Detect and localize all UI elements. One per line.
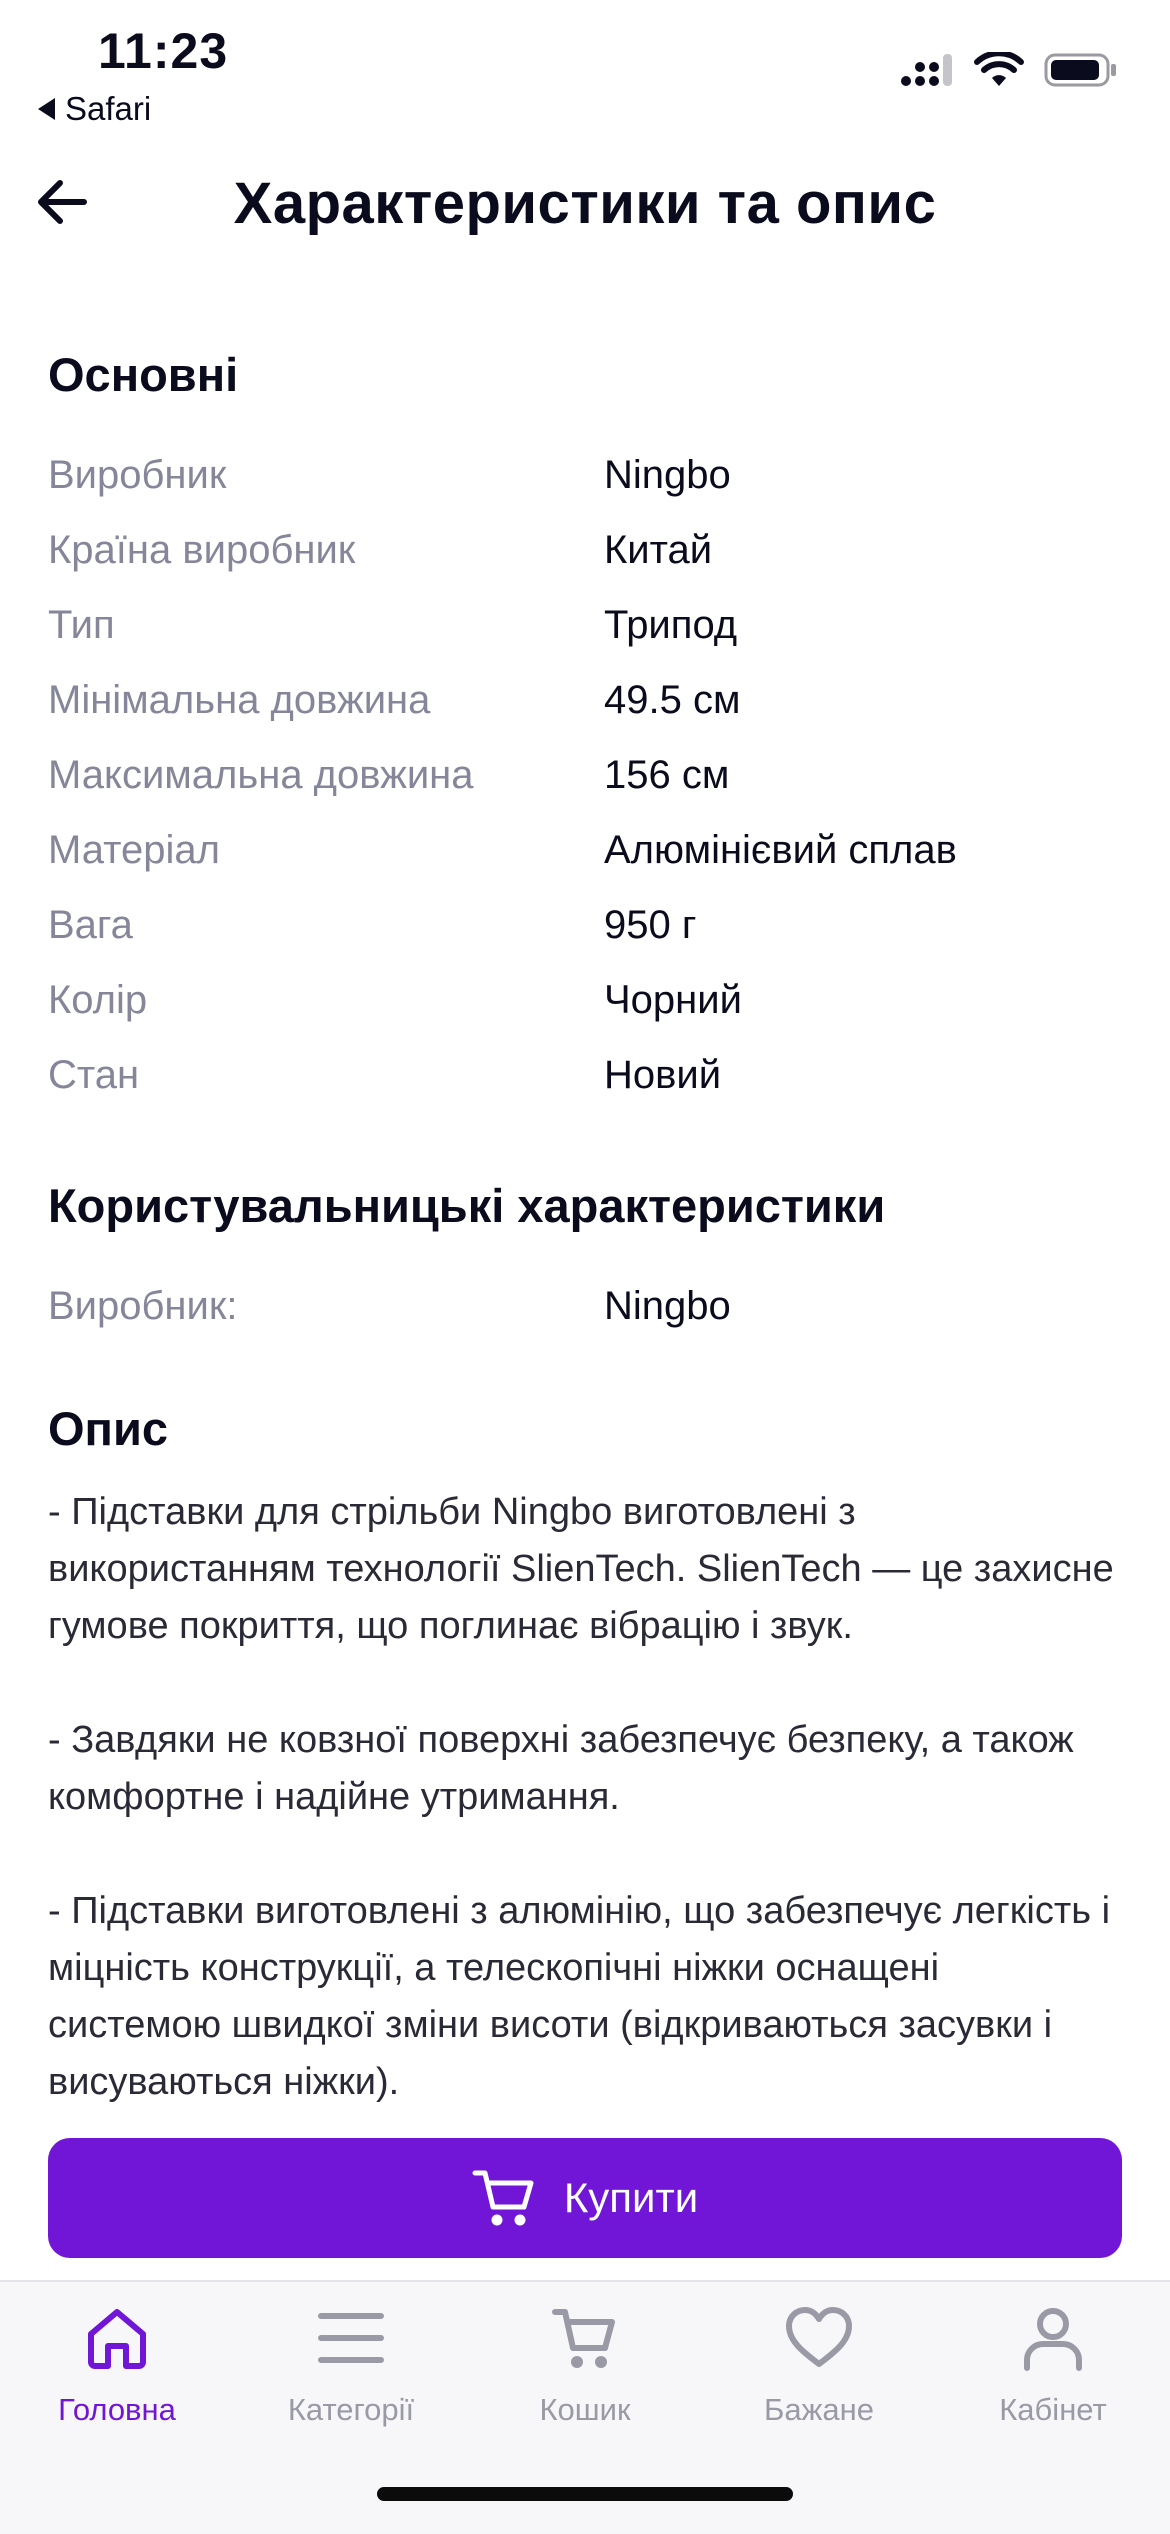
spec-value: 950 г bbox=[604, 903, 697, 947]
home-icon bbox=[88, 2309, 146, 2369]
back-app-label: Safari bbox=[65, 90, 152, 127]
tab-label: Кошик bbox=[539, 2392, 631, 2427]
spec-value: Китай bbox=[604, 528, 713, 572]
back-triangle-icon bbox=[38, 98, 55, 120]
status-time: 11:23 bbox=[98, 23, 229, 79]
spec-label: Виробник: bbox=[48, 1284, 238, 1328]
spec-label: Тип bbox=[48, 603, 115, 647]
section-title-description: Опис bbox=[48, 1402, 168, 1455]
page-title: Характеристики та опис bbox=[233, 171, 937, 236]
spec-value: Ningbo bbox=[604, 1284, 731, 1328]
spec-row: Матеріал Алюмінієвий сплав bbox=[48, 813, 1122, 888]
description-text: - Підставки для стрільби Ningbo виготовл… bbox=[48, 1491, 1114, 2103]
cart-icon bbox=[472, 2170, 534, 2226]
spec-label: Стан bbox=[48, 1053, 140, 1097]
spec-value: Ningbo bbox=[604, 453, 731, 497]
tab-account[interactable]: Кабінет bbox=[936, 2302, 1170, 2452]
home-indicator bbox=[377, 2487, 793, 2501]
heart-icon bbox=[786, 2307, 852, 2367]
spec-label: Виробник bbox=[48, 453, 227, 497]
menu-icon bbox=[318, 2313, 384, 2363]
spec-label: Максимальна довжина bbox=[48, 753, 474, 797]
cart-icon bbox=[552, 2309, 615, 2368]
spec-value: Алюмінієвий сплав bbox=[604, 828, 957, 872]
spec-list-user: Виробник: Ningbo bbox=[48, 1269, 1122, 1344]
spec-row: Виробник Ningbo bbox=[48, 438, 1122, 513]
spec-row: Мінімальна довжина 49.5 см bbox=[48, 663, 1122, 738]
wifi-icon bbox=[974, 52, 1024, 86]
spec-row: Вага 950 г bbox=[48, 888, 1122, 963]
battery-icon bbox=[1044, 53, 1116, 87]
tab-label: Кабінет bbox=[999, 2392, 1107, 2427]
spec-value: Новий bbox=[604, 1053, 722, 1097]
tab-home[interactable]: Головна bbox=[0, 2302, 234, 2452]
spec-value: 156 см bbox=[604, 753, 730, 797]
signal-icon bbox=[901, 54, 952, 86]
tab-wishlist[interactable]: Бажане bbox=[702, 2302, 936, 2452]
spec-label: Вага bbox=[48, 903, 133, 947]
spec-row: Стан Новий bbox=[48, 1038, 1122, 1113]
buy-button[interactable]: Купити bbox=[48, 2138, 1122, 2258]
spec-label: Країна виробник bbox=[48, 528, 356, 572]
spec-row: Максимальна довжина 156 см bbox=[48, 738, 1122, 813]
section-title-user: Користувальницькі характеристики bbox=[48, 1179, 886, 1232]
tab-label: Бажане bbox=[764, 2392, 874, 2427]
status-icons bbox=[900, 52, 1118, 88]
spec-label: Мінімальна довжина bbox=[48, 678, 431, 722]
header: Характеристики та опис bbox=[0, 150, 1170, 260]
content: Основні Виробник Ningbo Країна виробник … bbox=[48, 340, 1122, 2111]
spec-row: Колір Чорний bbox=[48, 963, 1122, 1038]
spec-row: Тип Трипод bbox=[48, 588, 1122, 663]
spec-label: Колір bbox=[48, 978, 148, 1022]
spec-row: Країна виробник Китай bbox=[48, 513, 1122, 588]
spec-value: Трипод bbox=[604, 603, 738, 647]
tab-label: Категорії bbox=[287, 2392, 415, 2427]
back-to-safari[interactable]: Safari bbox=[38, 90, 151, 128]
spec-label: Матеріал bbox=[48, 828, 220, 872]
buy-button-label: Купити bbox=[563, 2174, 699, 2221]
spec-value: Чорний bbox=[604, 978, 742, 1022]
tab-cart[interactable]: Кошик bbox=[468, 2302, 702, 2452]
status-bar: 11:23 Safari bbox=[0, 0, 1170, 140]
spec-list-main: Виробник Ningbo Країна виробник Китай Ти… bbox=[48, 438, 1122, 1113]
tab-categories[interactable]: Категорії bbox=[234, 2302, 468, 2452]
tab-label: Головна bbox=[58, 2392, 176, 2427]
spec-row: Виробник: Ningbo bbox=[48, 1269, 1122, 1344]
user-icon bbox=[1024, 2308, 1082, 2371]
spec-value: 49.5 см bbox=[604, 678, 741, 722]
section-title-main: Основні bbox=[48, 348, 239, 401]
